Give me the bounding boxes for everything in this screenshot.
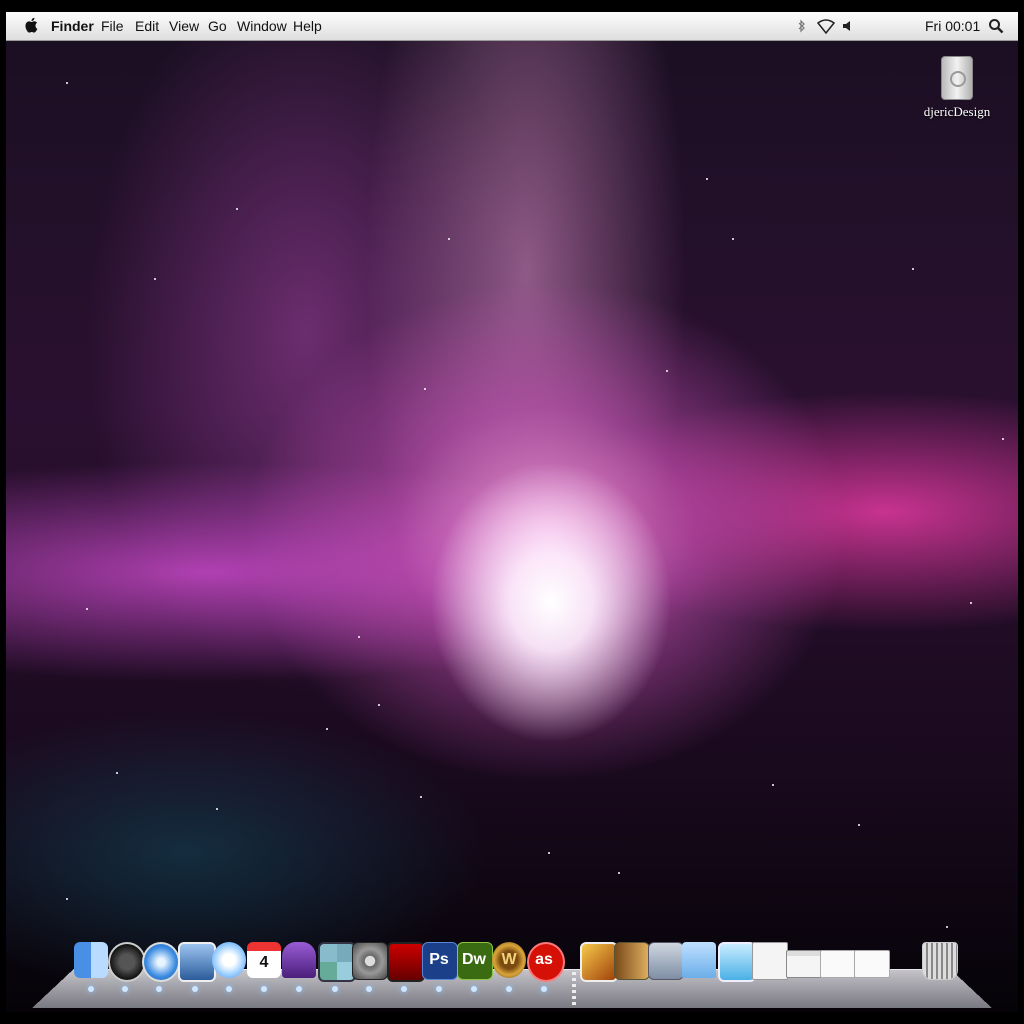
trash-icon[interactable]: [922, 942, 958, 982]
apple-logo-icon[interactable]: [24, 17, 38, 33]
dreamweaver-icon[interactable]: Dw: [457, 942, 493, 992]
desktop-drive[interactable]: djericDesign: [922, 56, 992, 120]
file-document-icon[interactable]: [854, 942, 890, 982]
menu-bar: Finder File Edit View Go Window Help Fri…: [6, 12, 1018, 41]
world-of-warcraft-icon[interactable]: W: [492, 942, 526, 992]
system-preferences-icon[interactable]: [352, 942, 388, 992]
menu-view[interactable]: View: [169, 18, 199, 34]
mail-icon[interactable]: [178, 942, 216, 992]
window-preview-icon[interactable]: [786, 942, 822, 982]
documents-folder-icon[interactable]: [682, 942, 716, 982]
itunes-icon[interactable]: [212, 942, 246, 992]
pictures-stack-icon[interactable]: [580, 942, 618, 982]
photoshop-label: Ps: [429, 951, 449, 968]
spotlight-search-icon[interactable]: [988, 18, 1004, 34]
wow-label: W: [501, 951, 517, 968]
drive-label: djericDesign: [923, 104, 991, 119]
menu-go[interactable]: Go: [208, 18, 227, 34]
downloads-icon[interactable]: [718, 942, 756, 982]
photo-booth-icon[interactable]: [387, 942, 425, 992]
app-menu-finder[interactable]: Finder: [51, 18, 94, 34]
dashboard-icon[interactable]: [108, 942, 146, 992]
lastfm-label: as: [535, 951, 553, 968]
menu-file[interactable]: File: [101, 18, 124, 34]
photoshop-icon[interactable]: Ps: [422, 942, 458, 992]
menu-window[interactable]: Window: [237, 18, 287, 34]
ical-icon[interactable]: 4: [247, 942, 281, 992]
bluetooth-icon[interactable]: [798, 19, 806, 33]
volume-icon[interactable]: [842, 20, 854, 32]
image-document-icon[interactable]: [820, 942, 856, 982]
menu-clock[interactable]: Fri 00:01: [925, 18, 980, 34]
lastfm-icon[interactable]: as: [527, 942, 565, 992]
finder-icon[interactable]: [74, 942, 108, 992]
safari-icon[interactable]: [142, 942, 180, 992]
adium-icon[interactable]: [282, 942, 316, 992]
menu-edit[interactable]: Edit: [135, 18, 159, 34]
hard-drive-icon: [941, 56, 973, 100]
dreamweaver-label: Dw: [462, 951, 486, 968]
menu-help[interactable]: Help: [293, 18, 322, 34]
dock-divider[interactable]: [572, 972, 576, 1006]
calendar-day: 4: [259, 954, 269, 971]
network-icon[interactable]: [648, 942, 684, 982]
address-book-icon[interactable]: [614, 942, 650, 982]
wifi-icon[interactable]: [817, 18, 835, 34]
spaces-icon[interactable]: [318, 942, 356, 992]
text-document-icon[interactable]: [752, 942, 788, 982]
desktop[interactable]: Finder File Edit View Go Window Help Fri…: [6, 12, 1018, 1012]
